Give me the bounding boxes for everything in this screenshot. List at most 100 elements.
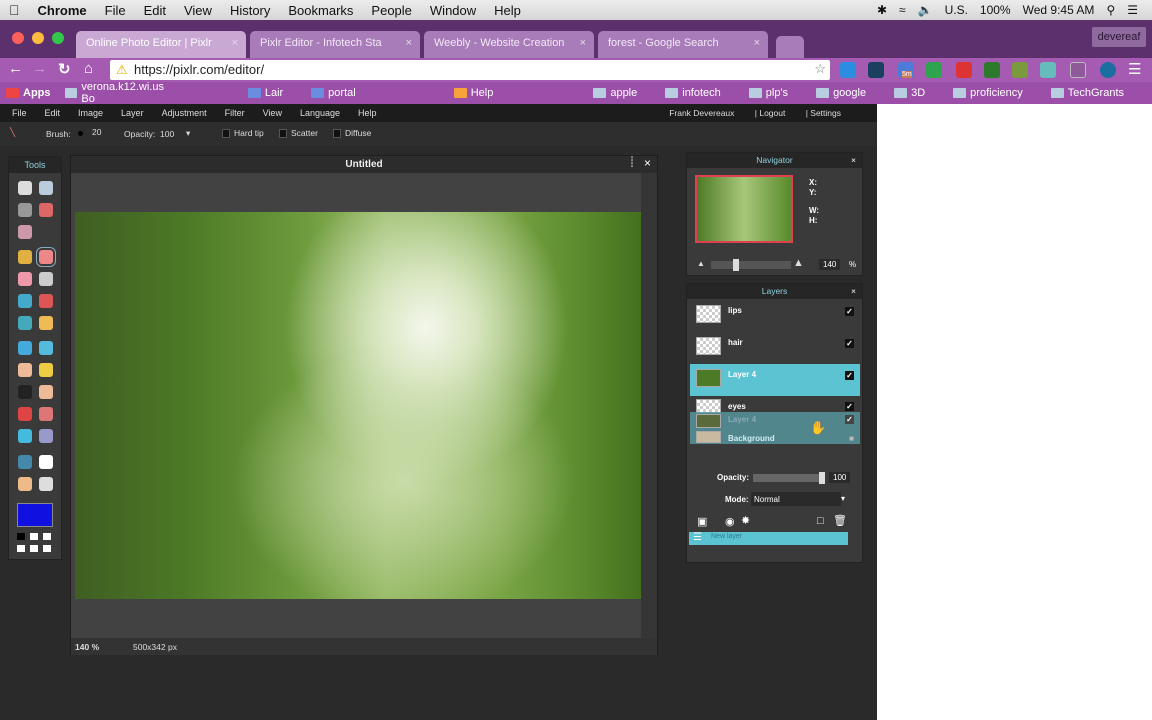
zoom-window-button[interactable] xyxy=(52,32,64,44)
layer-visibility-checkbox[interactable]: ✓ xyxy=(845,371,854,380)
apple-icon[interactable]:  xyxy=(9,2,20,18)
maximize-icon[interactable]: ┊ xyxy=(629,157,635,168)
menu-history[interactable]: History xyxy=(230,3,270,18)
layer-visibility-checkbox[interactable]: ✓ xyxy=(845,415,854,424)
sharpen-tool-icon[interactable] xyxy=(39,341,53,355)
zoom-in-icon[interactable]: ▲ xyxy=(793,257,804,269)
mode-dropdown-icon[interactable]: ▾ xyxy=(841,494,845,503)
move-tool-icon[interactable] xyxy=(39,181,53,195)
opacity-dropdown-icon[interactable]: ▾ xyxy=(186,128,190,139)
menu-help[interactable]: Help xyxy=(494,3,521,18)
extension-icon[interactable] xyxy=(1012,62,1028,78)
extension-icon[interactable] xyxy=(840,62,856,78)
menu-window[interactable]: Window xyxy=(430,3,476,18)
navigator-zoom-input[interactable]: 140 xyxy=(819,259,841,270)
bookmark-portal[interactable]: portal xyxy=(311,87,370,99)
gradient-tool-icon[interactable] xyxy=(18,294,32,308)
extension-icon[interactable] xyxy=(1040,62,1056,78)
zoom-out-icon[interactable]: ▲ xyxy=(697,259,705,268)
burn-tool-icon[interactable] xyxy=(39,385,53,399)
bluetooth-icon[interactable]: ✱ xyxy=(877,3,887,17)
tab-weebly[interactable]: Weebly - Website Creation × xyxy=(424,31,594,58)
close-tab-icon[interactable]: × xyxy=(406,37,412,49)
bookmark-lair[interactable]: Lair xyxy=(247,87,297,99)
color-picker-tool-icon[interactable] xyxy=(18,455,32,469)
layer-settings-icon[interactable]: ▣ xyxy=(697,515,707,528)
user-name[interactable]: Frank Devereaux xyxy=(669,108,734,118)
layer-row[interactable]: lips ✓ xyxy=(690,300,860,332)
brush-size[interactable]: 20 xyxy=(92,127,101,137)
menu-people[interactable]: People xyxy=(371,3,411,18)
zoom-slider[interactable] xyxy=(711,259,791,271)
close-canvas-icon[interactable]: × xyxy=(644,156,651,170)
scatter-checkbox[interactable]: Scatter xyxy=(279,128,318,139)
reload-icon[interactable]: ↻ xyxy=(58,60,71,78)
profile-button[interactable]: devereaf xyxy=(1092,27,1146,47)
tab-pixlr-infotech[interactable]: Pixlr Editor - Infotech Sta × xyxy=(250,31,420,58)
address-bar[interactable]: ⚠ https://pixlr.com/editor/ ☆ xyxy=(110,60,830,80)
close-window-button[interactable] xyxy=(12,32,24,44)
layer-row-selected[interactable]: Layer 4 ✓ xyxy=(690,364,860,396)
crop-tool-icon[interactable] xyxy=(18,181,32,195)
bookmark-help[interactable]: Help xyxy=(453,87,508,99)
reset-colors-icon[interactable] xyxy=(17,533,25,540)
pixlr-menu-adjustment[interactable]: Adjustment xyxy=(162,108,207,118)
bookmark-folder-techgrants[interactable]: TechGrants xyxy=(1050,87,1138,99)
wifi-icon[interactable]: ≈ xyxy=(899,3,906,17)
magic-wand-tool-icon[interactable] xyxy=(18,225,32,239)
layer-styles-icon[interactable]: ✸ xyxy=(741,514,750,527)
menu-file[interactable]: File xyxy=(105,3,126,18)
battery-percent[interactable]: 100% xyxy=(980,3,1011,17)
extension-icon[interactable] xyxy=(868,62,884,78)
new-layer-tooltip-row[interactable]: ☰ New layer xyxy=(689,532,848,545)
navigator-thumbnail[interactable] xyxy=(695,175,793,243)
list-icon[interactable]: ☰ xyxy=(1127,3,1138,17)
close-tab-icon[interactable]: × xyxy=(232,37,238,49)
pixlr-menu-view[interactable]: View xyxy=(263,108,282,118)
extension-icon[interactable] xyxy=(984,62,1000,78)
swatch-icon[interactable] xyxy=(17,545,25,552)
hand-tool-icon[interactable] xyxy=(18,477,32,491)
pixlr-menu-file[interactable]: File xyxy=(12,108,27,118)
blur-tool-icon[interactable] xyxy=(18,341,32,355)
delete-layer-icon[interactable]: 🗑 xyxy=(833,514,847,527)
menu-edit[interactable]: Edit xyxy=(144,3,166,18)
volume-icon[interactable]: 🔈 xyxy=(918,3,933,17)
primary-color-swatch[interactable] xyxy=(17,503,53,527)
menu-app[interactable]: Chrome xyxy=(38,3,87,18)
eraser-tool-icon[interactable] xyxy=(18,272,32,286)
layer-opacity-input[interactable]: 100 xyxy=(829,472,851,483)
bookmark-folder-google[interactable]: google xyxy=(816,87,880,99)
bookmark-folder-plps[interactable]: plp's xyxy=(748,87,802,99)
brush-preview[interactable] xyxy=(78,131,83,136)
menu-view[interactable]: View xyxy=(184,3,212,18)
layer-visibility-checkbox[interactable]: ✓ xyxy=(845,402,854,411)
chrome-menu-icon[interactable]: ☰ xyxy=(1128,60,1141,78)
clone-stamp-tool-icon[interactable] xyxy=(39,294,53,308)
pixlr-menu-layer[interactable]: Layer xyxy=(121,108,144,118)
bookmark-folder-infotech[interactable]: infotech xyxy=(665,87,735,99)
diffuse-checkbox[interactable]: Diffuse xyxy=(333,128,371,139)
tab-google-search[interactable]: forest - Google Search × xyxy=(598,31,768,58)
paint-bucket-tool-icon[interactable] xyxy=(39,272,53,286)
red-eye-tool-icon[interactable] xyxy=(18,407,32,421)
new-layer-icon[interactable]: □ xyxy=(817,515,824,527)
type-tool-icon[interactable] xyxy=(39,455,53,469)
zoom-tool-icon[interactable] xyxy=(39,477,53,491)
bookmark-star-icon[interactable]: ☆ xyxy=(814,61,826,77)
layer-row[interactable]: hair ✓ xyxy=(690,332,860,364)
vertical-scrollbar[interactable] xyxy=(641,173,657,638)
pixlr-menu-language[interactable]: Language xyxy=(300,108,340,118)
layer-visibility-checkbox[interactable]: ✓ xyxy=(845,307,854,316)
brush-tool-icon[interactable] xyxy=(36,247,56,267)
close-navigator-icon[interactable]: × xyxy=(851,153,856,168)
bloat-tool-icon[interactable] xyxy=(18,429,32,443)
swatch-icon[interactable] xyxy=(43,533,51,540)
pinch-tool-icon[interactable] xyxy=(39,429,53,443)
pixlr-menu-edit[interactable]: Edit xyxy=(45,108,61,118)
sponge-tool-icon[interactable] xyxy=(39,363,53,377)
logout-link[interactable]: Logout xyxy=(759,108,785,118)
zoom-level[interactable]: 140 % xyxy=(75,642,99,652)
pixlr-menu-image[interactable]: Image xyxy=(78,108,103,118)
extension-icon[interactable] xyxy=(956,62,972,78)
